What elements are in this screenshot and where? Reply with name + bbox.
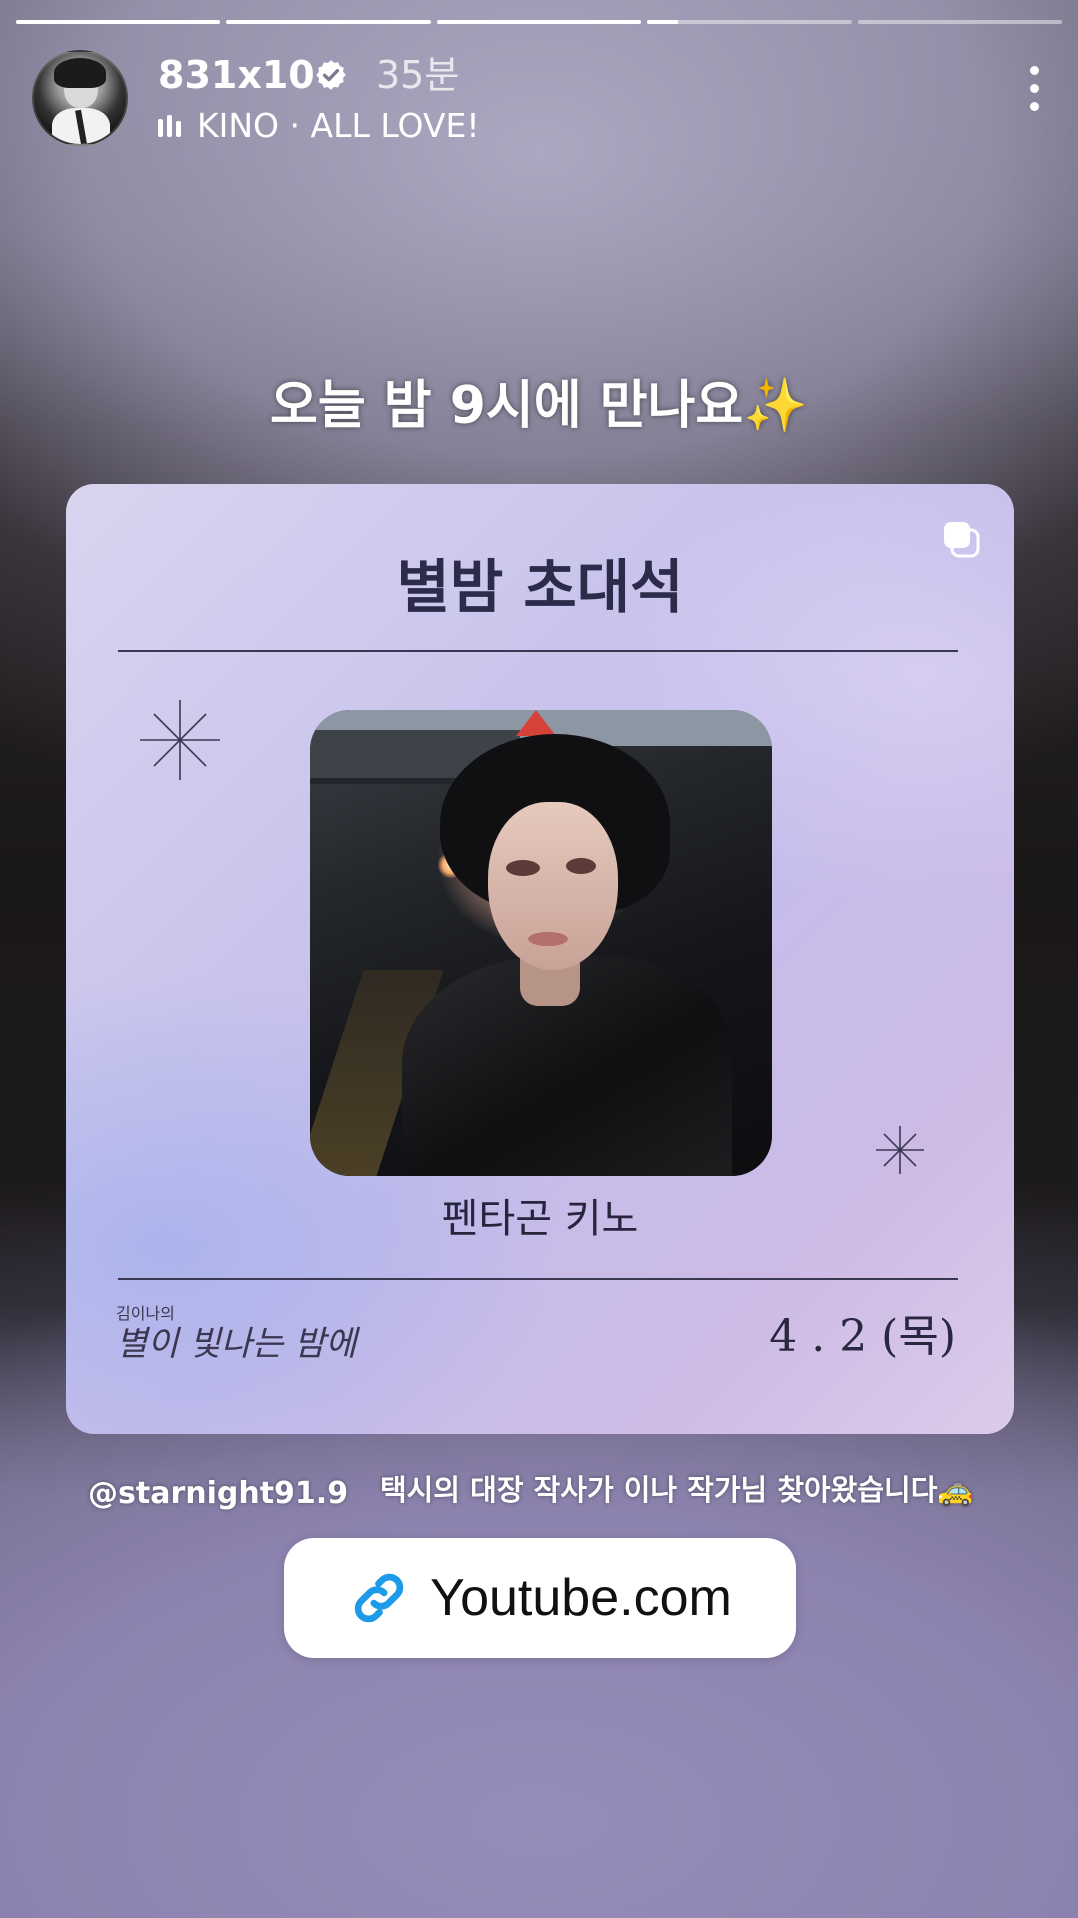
progress-segment [436,20,642,24]
card-title: 별밤 초대석 [396,553,684,621]
story-header: 831x10 35분 KINO · ALL LOVE! [32,50,1046,146]
music-bars-icon [158,115,181,137]
progress-segment [647,20,852,24]
post-time: 35분 [376,53,460,97]
guest-photo [310,710,772,1176]
sparkle-icon [876,1126,924,1174]
verified-badge-icon [316,60,346,90]
broadcast-date: 4 . 2 (목) [769,1311,956,1362]
music-label: KINO · ALL LOVE! [197,106,480,145]
progress-segment [16,20,221,24]
link-icon [354,1573,404,1623]
guest-name: 펜타곤 키노 [441,1196,639,1242]
story-caption: 오늘 밤 9시에 만나요✨ [270,376,808,436]
link-sticker[interactable]: Youtube.com [284,1538,796,1658]
mention-tag[interactable]: @starnight91.9 [88,1474,348,1514]
more-options-icon[interactable] [1022,66,1046,114]
story-subcaption: 택시의 대장 작사가 이나 작가님 찾아왔습니다🚕 [380,1473,974,1507]
divider [118,1278,958,1280]
radio-show-logo: 김이나의 별이 빛나는 밤에 [116,1304,357,1364]
sparkle-icon [140,700,220,780]
avatar[interactable] [32,50,128,146]
divider [118,650,958,652]
username[interactable]: 831x10 [158,52,315,98]
story-progress-bar [16,20,1063,24]
music-info[interactable]: KINO · ALL LOVE! [158,106,480,146]
link-label: Youtube.com [430,1569,732,1627]
invitation-card[interactable]: 별밤 초대석 펜타곤 키노 김이나의 별이 빛나는 밤에 4 . 2 (목) [66,484,1014,1434]
progress-segment [857,20,1063,24]
progress-segment [226,20,431,24]
